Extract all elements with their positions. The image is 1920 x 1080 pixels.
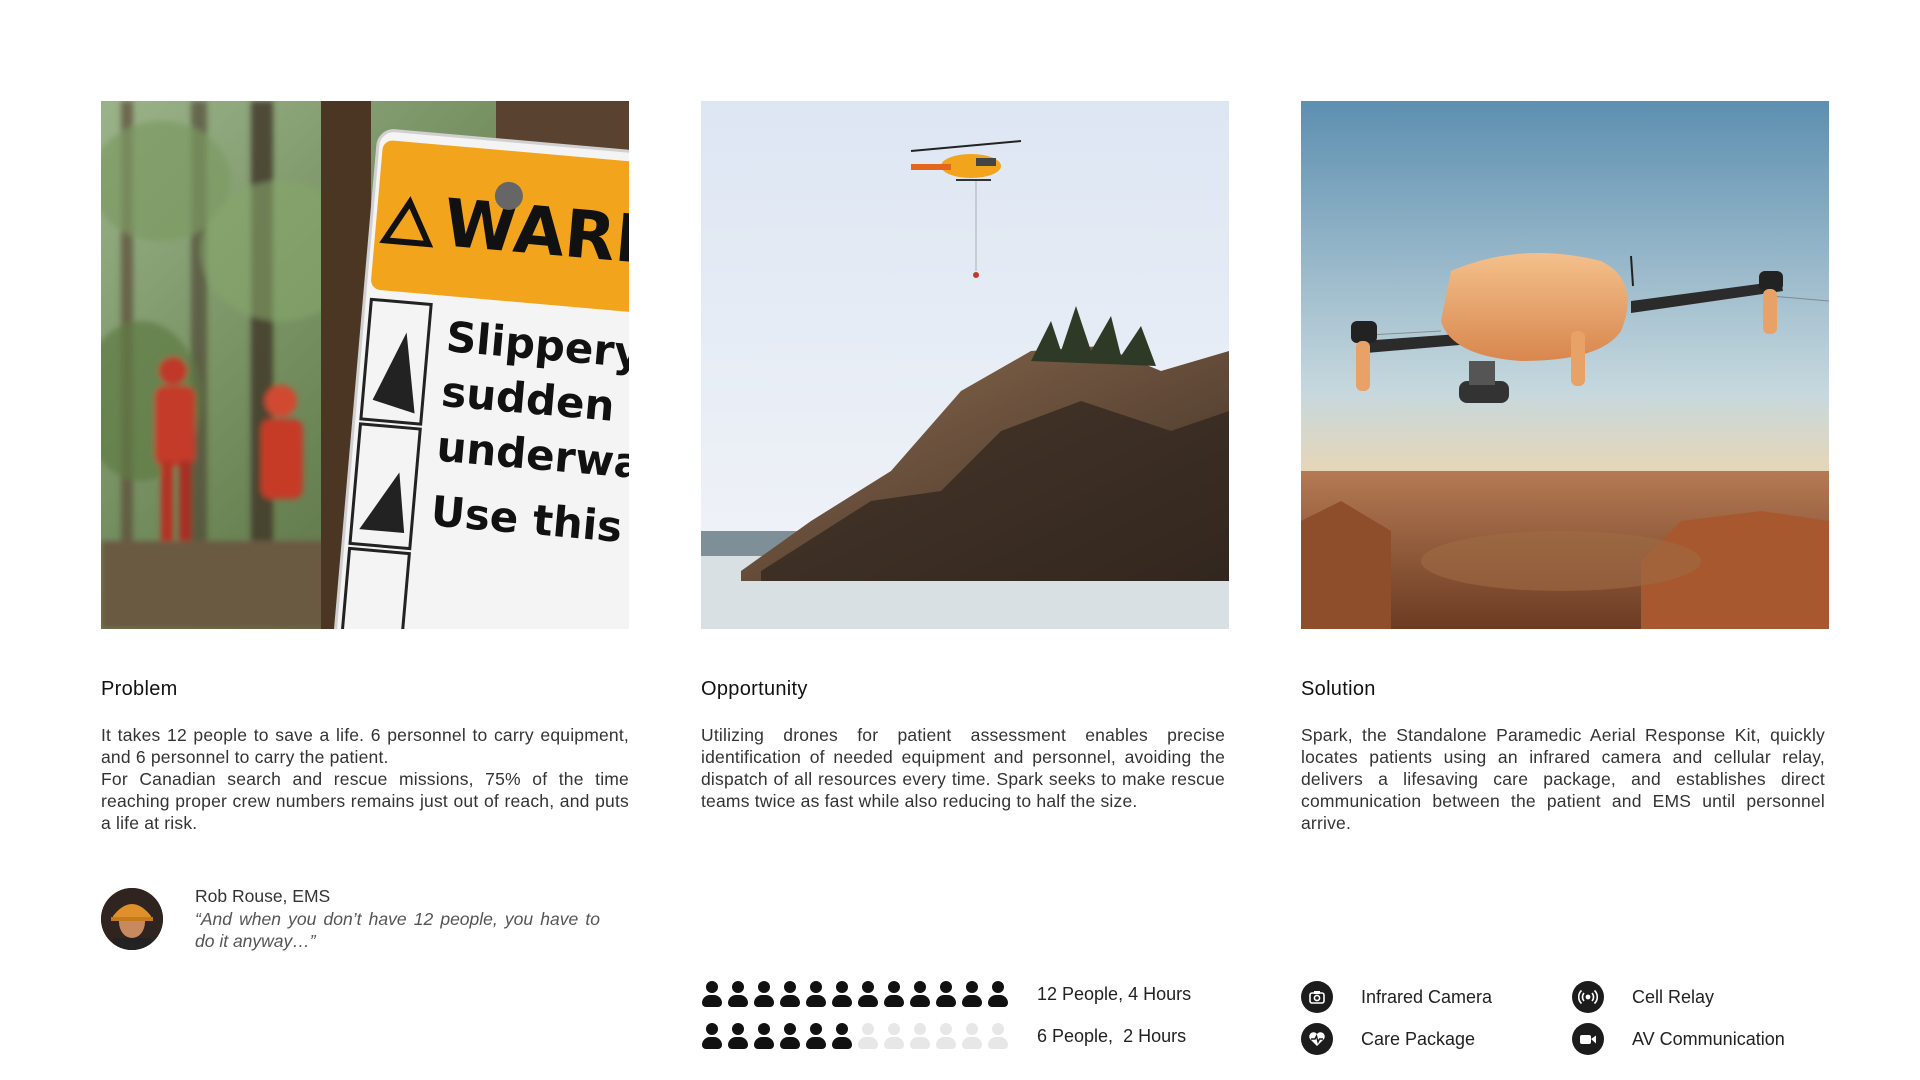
heart-pulse-icon (1301, 1023, 1333, 1055)
solution-description: Spark, the Standalone Paramedic Aerial R… (1301, 724, 1825, 834)
feature-label: AV Communication (1632, 1029, 1785, 1049)
feature-label: Care Package (1361, 1029, 1476, 1049)
people-label-before: 12 People, 4 Hours (1037, 984, 1192, 1004)
person-icon-inactive (883, 1023, 905, 1051)
feature-label: Infrared Camera (1361, 987, 1493, 1007)
problem-heading: Problem (101, 678, 178, 700)
person-icon-active (805, 1023, 827, 1051)
opportunity-description: Utilizing drones for patient assessment … (701, 724, 1225, 812)
testimonial-quote: “And when you don’t have 12 people, you … (195, 909, 600, 951)
problem-photo: WARNIN Slippery slopes, sudden drops and… (101, 101, 629, 629)
person-icon-active (831, 981, 853, 1009)
video-camera-icon (1572, 1023, 1604, 1055)
person-icon-active (805, 981, 827, 1009)
person-icon-active (961, 981, 983, 1009)
person-icon-inactive (935, 1023, 957, 1051)
person-icon-active (701, 981, 723, 1009)
solution-photo (1301, 101, 1829, 629)
feature-label: Cell Relay (1632, 987, 1715, 1007)
person-icon-inactive (909, 1023, 931, 1051)
opportunity-paragraph-1: Utilizing drones for patient assessment … (701, 725, 1225, 811)
broadcast-icon (1572, 981, 1604, 1013)
person-icon-active (727, 981, 749, 1009)
person-icon-active (753, 981, 775, 1009)
opportunity-column: Opportunity Utilizing drones for patient… (701, 101, 1229, 1049)
person-icon-active (883, 981, 905, 1009)
people-row-after: 6 People, 2 Hours (701, 1023, 1229, 1053)
person-icon-active (779, 1023, 801, 1051)
person-icon-active (909, 981, 931, 1009)
solution-heading: Solution (1301, 678, 1376, 700)
person-icon-active (701, 1023, 723, 1051)
person-icon-active (779, 981, 801, 1009)
opportunity-photo (701, 101, 1229, 629)
person-icon-active (753, 1023, 775, 1051)
person-icon-active (857, 981, 879, 1009)
testimonial: Rob Rouse, EMS “And when you don’t have … (101, 886, 629, 951)
person-icon-active (987, 981, 1009, 1009)
problem-column: WARNIN Slippery slopes, sudden drops and… (101, 101, 629, 951)
people-row-before: 12 People, 4 Hours (701, 981, 1229, 1011)
testimonial-author: Rob Rouse, EMS (195, 886, 331, 906)
problem-paragraph-2: For Canadian search and rescue missions,… (101, 769, 629, 833)
people-label-after: 6 People, 2 Hours (1037, 1026, 1187, 1046)
problem-paragraph-1: It takes 12 people to save a life. 6 per… (101, 725, 629, 767)
camera-icon (1301, 981, 1333, 1013)
person-icon-active (935, 981, 957, 1009)
solution-column: Solution Spark, the Standalone Paramedic… (1301, 101, 1829, 1055)
problem-description: It takes 12 people to save a life. 6 per… (101, 724, 629, 834)
avatar (101, 888, 163, 950)
person-icon-inactive (961, 1023, 983, 1051)
person-icon-inactive (857, 1023, 879, 1051)
person-icon-active (831, 1023, 853, 1051)
solution-paragraph-1: Spark, the Standalone Paramedic Aerial R… (1301, 725, 1825, 833)
opportunity-heading: Opportunity (701, 678, 808, 700)
person-icon-inactive (987, 1023, 1009, 1051)
person-icon-active (727, 1023, 749, 1051)
